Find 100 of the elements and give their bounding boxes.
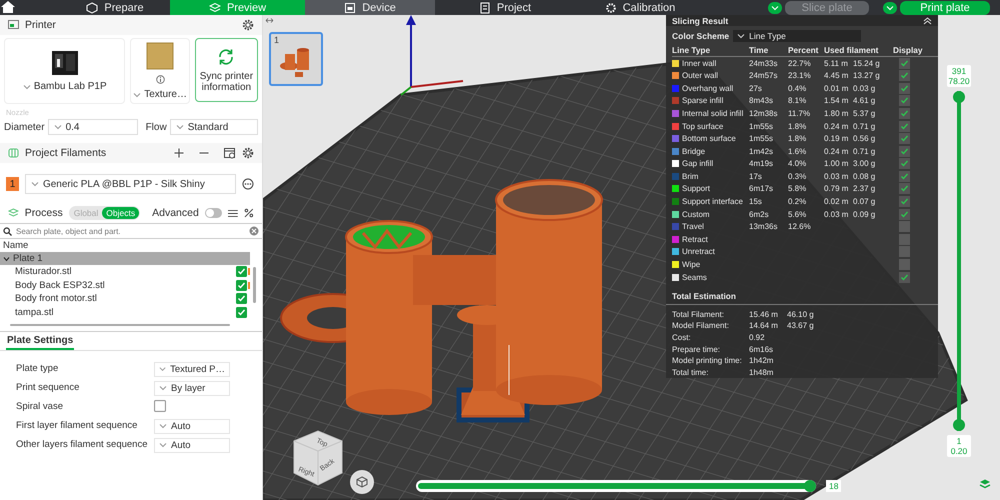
table-cell-text: 1.6% <box>788 146 808 156</box>
checkbox[interactable] <box>899 58 910 69</box>
checkbox[interactable] <box>899 183 910 194</box>
tab[interactable]: Project <box>435 0 575 15</box>
plate-thumbnail[interactable]: 1 <box>269 32 323 86</box>
caret-icon <box>159 385 167 391</box>
dropdown-button[interactable] <box>768 2 782 14</box>
build-plate-icon <box>146 42 174 70</box>
checkbox[interactable] <box>899 133 910 144</box>
setting-label: Other layers filament sequence <box>16 438 148 452</box>
checkbox[interactable] <box>899 108 910 119</box>
collapse-icon[interactable] <box>265 17 274 24</box>
tab[interactable]: Prepare <box>60 0 170 15</box>
plate-card[interactable]: Texture… <box>130 38 190 104</box>
flow-dropdown[interactable]: Standard <box>170 119 258 135</box>
setting-dropdown[interactable]: By layer <box>154 380 230 396</box>
slider-thumb[interactable] <box>953 419 965 431</box>
toggle-label: Advanced <box>152 207 199 219</box>
checkbox[interactable] <box>899 146 910 157</box>
checkbox[interactable] <box>899 272 910 283</box>
dropdown-button[interactable] <box>883 2 897 14</box>
table-cell-text: 3.00 g <box>853 159 876 168</box>
percent-icon[interactable] <box>244 208 254 218</box>
total-value: 1h48m <box>749 368 774 377</box>
home-icon[interactable] <box>0 0 16 13</box>
table-cell-text: 1m55s <box>749 134 774 144</box>
caret-icon <box>30 181 39 187</box>
tree-row[interactable]: Plate 1 <box>0 252 250 265</box>
section-tab[interactable]: Plate Settings <box>6 335 74 350</box>
clear-icon[interactable] <box>249 226 259 236</box>
sync-printer-button[interactable]: Sync printer information <box>194 38 258 102</box>
layers-icon[interactable] <box>979 478 991 490</box>
table-cell-text: 6m17s <box>749 184 774 194</box>
table-cell-text: 4m19s <box>749 159 774 168</box>
table-cell-text: 0.3% <box>788 172 808 181</box>
advanced-switch[interactable] <box>204 208 222 218</box>
table-cell-text: 5.8% <box>788 184 808 194</box>
table-cell-text: 13.27 g <box>853 71 881 80</box>
total-value: 43.67 g <box>787 321 815 330</box>
settings-icon[interactable] <box>242 147 254 159</box>
column-header: Display <box>893 44 938 58</box>
checkbox[interactable] <box>899 259 910 270</box>
total-value: 14.64 m <box>749 321 779 330</box>
scrollbar[interactable] <box>253 267 256 303</box>
filament-dropdown[interactable]: Generic PLA @BBL P1P - Silk Shiny <box>24 174 236 194</box>
plate-sync-icon[interactable] <box>224 148 236 158</box>
checkbox[interactable] <box>899 196 910 208</box>
tree-item[interactable]: Body Back ESP32.stl <box>15 280 236 291</box>
line-type-name: Bridge <box>682 146 706 156</box>
checkbox[interactable] <box>899 208 910 220</box>
panel-title: Slicing Result <box>672 16 728 26</box>
table-cell-text: 0.19 m <box>824 134 850 144</box>
total-label: Model Filament: <box>672 321 730 330</box>
checkbox[interactable] <box>154 400 166 412</box>
stack-icon <box>8 208 19 218</box>
slider-thumb[interactable] <box>953 91 965 103</box>
printer-card[interactable]: Bambu Lab P1P <box>4 38 126 104</box>
color-scheme-dropdown[interactable]: Line Type <box>733 30 862 42</box>
setting-dropdown[interactable]: Auto <box>154 438 230 452</box>
tab[interactable]: Calibration <box>575 0 705 15</box>
collapse-icon[interactable] <box>923 16 932 25</box>
checkbox[interactable] <box>236 306 247 318</box>
table-cell-text: 24m57s <box>749 71 778 80</box>
tree-item[interactable]: Misturador.stl <box>15 266 236 278</box>
caret-icon <box>737 33 746 40</box>
checkbox[interactable] <box>899 82 910 94</box>
sync-icon <box>217 48 236 66</box>
slider-thumb[interactable] <box>804 480 816 492</box>
tree-item[interactable]: tampa.stl <box>15 306 236 318</box>
column-header: Name <box>2 239 30 252</box>
table-cell-text: 0.09 g <box>853 210 876 219</box>
search-field[interactable]: Search plate, object and part. <box>16 225 245 237</box>
panel-title: Printer <box>25 19 56 31</box>
table-cell-text: 0.02 m <box>824 197 850 206</box>
checkbox[interactable] <box>899 246 910 258</box>
checkbox[interactable] <box>236 280 247 291</box>
more-icon[interactable] <box>242 178 254 190</box>
add-icon[interactable] <box>174 148 184 158</box>
tab[interactable]: Device <box>305 0 435 15</box>
checkbox[interactable] <box>899 158 910 170</box>
checkbox[interactable] <box>236 293 247 304</box>
checkbox[interactable] <box>899 95 910 106</box>
settings-icon[interactable] <box>242 19 254 31</box>
line-type-name: Retract <box>682 234 709 244</box>
setting-dropdown[interactable]: Auto <box>154 418 230 434</box>
list-icon[interactable] <box>228 208 238 218</box>
checkbox[interactable] <box>899 170 910 182</box>
line-type-name: Unretract <box>682 247 716 256</box>
checkbox[interactable] <box>899 70 910 82</box>
checkbox[interactable] <box>899 120 910 132</box>
checkbox[interactable] <box>899 234 910 245</box>
checkbox[interactable] <box>236 266 247 278</box>
table-cell-text: 1.8% <box>788 134 808 144</box>
tree-item[interactable]: Body front motor.stl <box>15 293 236 304</box>
checkbox[interactable] <box>899 221 910 232</box>
diameter-dropdown[interactable]: 0.4 <box>48 119 138 135</box>
total-label: Prepare time: <box>672 344 722 354</box>
setting-dropdown[interactable]: Textured P… <box>154 362 230 376</box>
total-label: Model printing time: <box>672 356 743 366</box>
scrollbar[interactable] <box>10 324 230 326</box>
